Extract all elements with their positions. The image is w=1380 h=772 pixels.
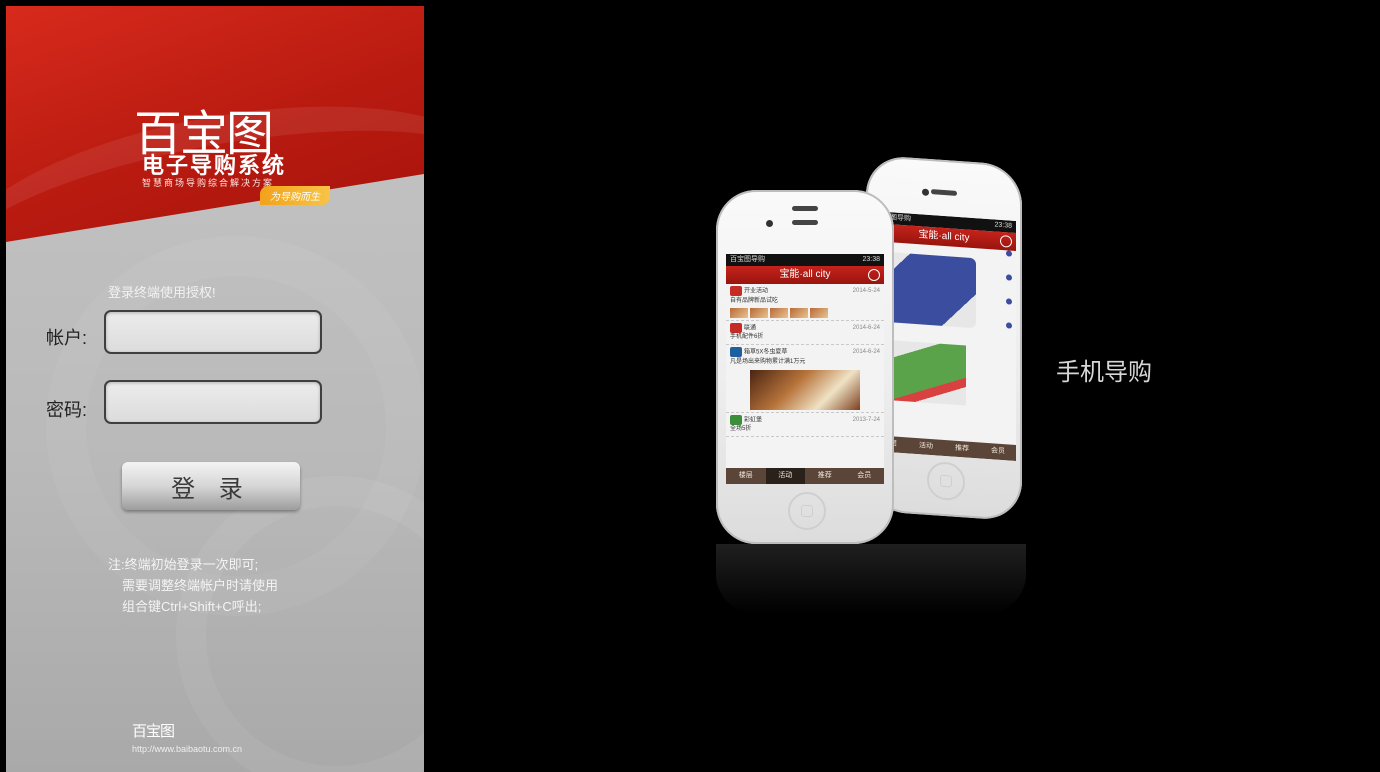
account-label: 帐户: — [46, 328, 88, 348]
product-thumbnail — [750, 307, 768, 318]
footer-url: http://www.baibaotu.com.cn — [132, 744, 243, 754]
home-button-icon — [788, 492, 826, 530]
phone-reflection — [716, 544, 1026, 614]
item-date: 2014-6-24 — [852, 349, 880, 356]
promo-area: 百宝图导购 23:38 宝能·all city 楼层 活动 推荐 会员 — [424, 6, 1374, 772]
floor-marker-icon — [1006, 250, 1012, 257]
item-date: 2013-7-24 — [852, 416, 880, 423]
tab-bar: 楼层 活动 推荐 会员 — [726, 468, 884, 484]
product-image — [750, 369, 860, 410]
tab-floor: 楼层 — [738, 472, 753, 479]
brand-icon — [730, 414, 742, 425]
phone-screen: 百宝图导购 23:38 宝能·all city 开业活动 2014-5-24 自… — [726, 254, 884, 484]
tab-activity: 活动 — [919, 442, 933, 451]
login-button[interactable]: 登 录 — [122, 462, 300, 510]
floor-marker-icon — [1006, 298, 1012, 305]
speaker-icon — [792, 206, 818, 211]
login-note: 注:终端初始登录一次即可; 需要调整终端帐户时请使用 组合键Ctrl+Shift… — [108, 554, 278, 617]
brand-icon — [730, 286, 742, 296]
item-date: 2014-5-24 — [852, 288, 880, 294]
home-button-icon — [927, 460, 965, 502]
promo-caption: 手机导购 — [1056, 358, 1152, 386]
list-item: 联通 2014-6-24 手机配件6折 — [726, 321, 884, 346]
tab-member: 会员 — [857, 472, 872, 479]
list-item: 箱草5X冬虫夏草 2014-6-24 凡是场出来购物累计满1万元 — [726, 345, 884, 413]
tab-member: 会员 — [991, 447, 1005, 456]
app-title-bar: 宝能·all city — [726, 266, 884, 284]
item-desc: 凡是场出来购物累计满1万元 — [730, 358, 806, 365]
item-name: 开业活动 — [744, 288, 769, 295]
item-date: 2014-6-24 — [852, 324, 880, 331]
note-line: 组合键Ctrl+Shift+C呼出; — [122, 599, 262, 614]
login-panel: 百宝图 电子导购系统 智慧商场导购综合解决方案 为导购而生 登录终端使用授权! … — [6, 6, 424, 772]
password-input[interactable] — [104, 380, 322, 424]
login-hint: 登录终端使用授权! — [108, 285, 216, 300]
thumbnail-row — [730, 307, 880, 318]
floor-marker-icon — [1006, 322, 1012, 329]
note-line: 需要调整终端帐户时请使用 — [122, 578, 279, 593]
password-label: 密码: — [46, 400, 88, 420]
status-left: 百宝图导购 — [730, 256, 765, 263]
item-desc: 自有品牌新品试吃 — [730, 297, 779, 304]
phone-mockup-front: 百宝图导购 23:38 宝能·all city 开业活动 2014-5-24 自… — [716, 190, 894, 544]
user-icon — [868, 269, 880, 281]
tab-activity: 活动 — [765, 468, 805, 484]
item-name: 联通 — [744, 325, 757, 332]
tab-recommend: 推荐 — [955, 444, 969, 453]
camera-icon — [922, 188, 929, 196]
brand-subtitle: 智慧商场导购综合解决方案 — [142, 178, 275, 188]
product-thumbnail — [810, 307, 828, 318]
product-thumbnail — [730, 307, 748, 318]
brand-icon — [730, 322, 742, 333]
speaker-icon — [792, 220, 818, 225]
note-line: 注:终端初始登录一次即可; — [108, 557, 259, 572]
status-bar: 百宝图导购 23:38 — [726, 254, 884, 266]
app-title: 宝能·all city — [779, 269, 831, 280]
status-time: 23:38 — [862, 256, 880, 263]
list-item: 开业活动 2014-5-24 自有品牌新品试吃 — [726, 284, 884, 321]
list-item: 彩虹堡 2013-7-24 全场5折 — [726, 413, 884, 438]
product-thumbnail — [770, 307, 788, 318]
item-desc: 全场5折 — [730, 426, 752, 433]
account-input[interactable] — [104, 310, 322, 354]
speaker-icon — [931, 189, 957, 196]
app-title: 宝能·all city — [918, 229, 970, 244]
item-name: 彩虹堡 — [744, 417, 763, 424]
brand-tagline: 为导购而生 — [260, 186, 330, 205]
tab-recommend: 推荐 — [817, 472, 832, 479]
user-icon — [1000, 234, 1012, 248]
camera-icon — [766, 220, 773, 227]
item-desc: 手机配件6折 — [730, 334, 764, 341]
product-thumbnail — [790, 307, 808, 318]
floor-marker-icon — [1006, 274, 1012, 281]
brand-icon — [730, 347, 742, 358]
footer-logo: 百宝图 — [132, 723, 175, 740]
item-name: 箱草5X冬虫夏草 — [744, 349, 788, 356]
floor-markers — [1006, 250, 1012, 329]
